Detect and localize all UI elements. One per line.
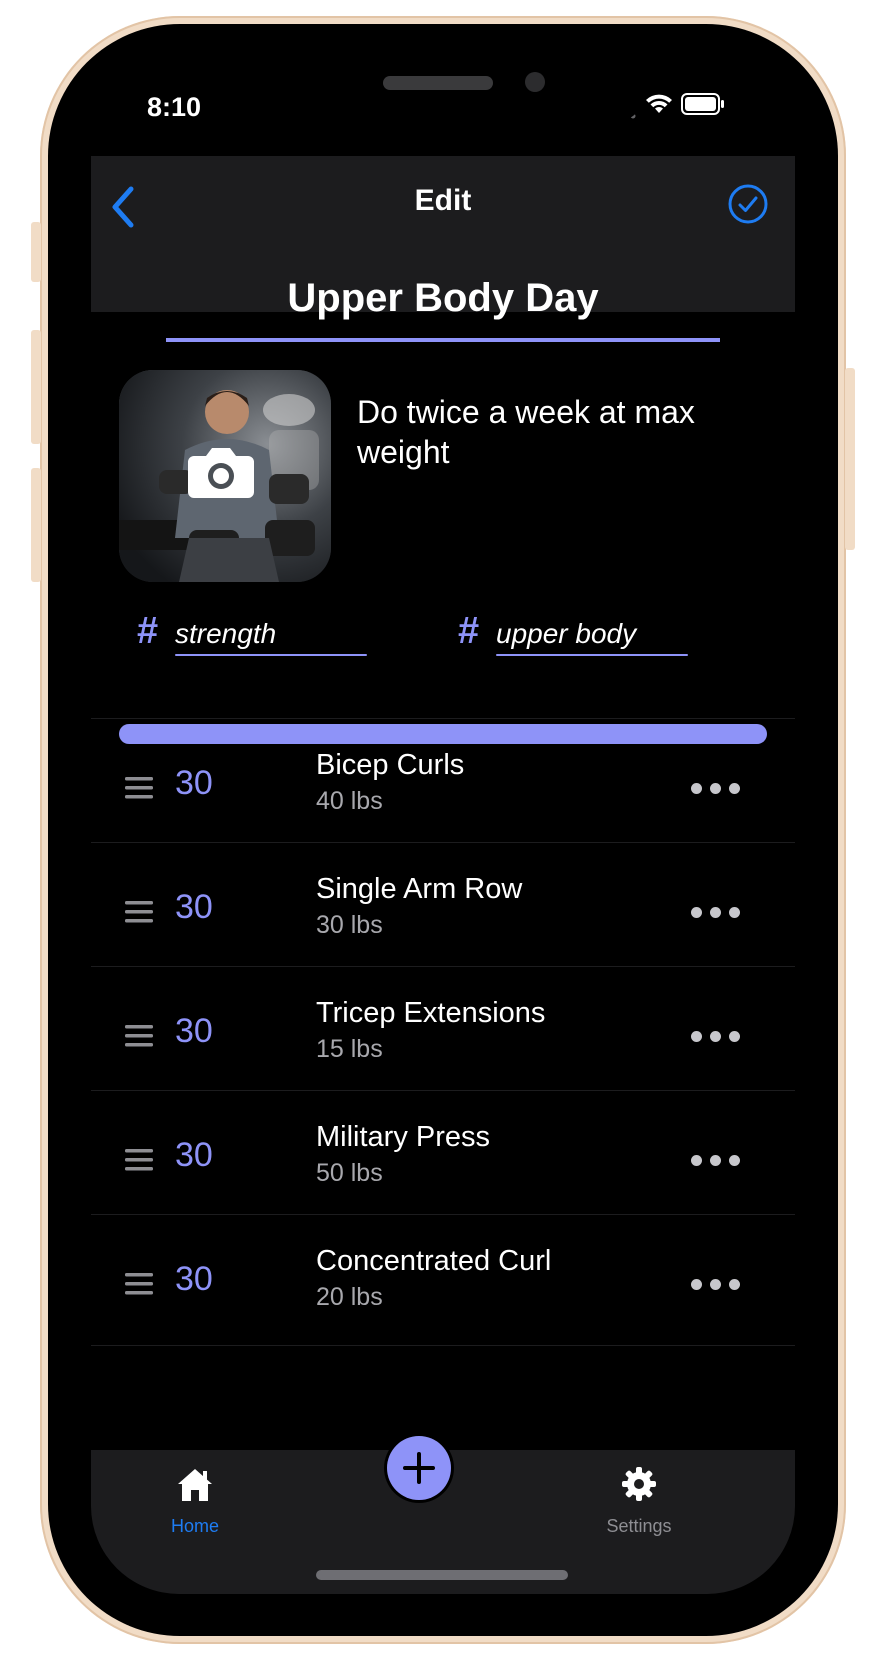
drag-handle-icon[interactable] — [125, 1149, 153, 1171]
nav-title: Edit — [414, 184, 472, 217]
wifi-icon — [645, 92, 673, 114]
hashtag-icon: # — [137, 610, 159, 652]
front-camera — [525, 72, 545, 92]
exercise-row[interactable]: 30 Military Press 50 lbs — [91, 1090, 795, 1221]
exercise-row[interactable]: 30 Concentrated Curl 20 lbs — [91, 1214, 795, 1346]
ellipsis-icon[interactable] — [691, 783, 741, 795]
checkmark-circle-icon[interactable] — [726, 182, 770, 226]
ellipsis-icon[interactable] — [691, 1279, 741, 1291]
drag-handle-icon[interactable] — [125, 1273, 153, 1295]
tab-settings-label: Settings — [606, 1516, 672, 1536]
tab-home[interactable]: Home — [151, 1464, 239, 1544]
title-underline — [166, 338, 720, 342]
reps-count[interactable]: 30 — [175, 1260, 213, 1299]
ellipsis-icon[interactable] — [691, 1155, 741, 1167]
battery-icon — [681, 93, 725, 115]
status-time: 8:10 — [147, 92, 202, 122]
drag-handle-icon[interactable] — [125, 777, 153, 799]
workout-photo[interactable] — [119, 370, 331, 582]
exercise-name: Concentrated Curl — [316, 1245, 552, 1277]
exercise-weight: 15 lbs — [316, 1035, 383, 1063]
tag-label: strength — [175, 618, 277, 649]
house-icon — [176, 1466, 214, 1504]
exercise-weight: 30 lbs — [316, 911, 383, 939]
plus-icon — [403, 1452, 435, 1484]
exercise-name: Tricep Extensions — [316, 997, 546, 1029]
exercise-row[interactable]: 30 Tricep Extensions 15 lbs — [91, 966, 795, 1097]
volume-down-button — [31, 468, 41, 582]
exercise-weight: 20 lbs — [316, 1283, 383, 1311]
exercise-weight: 40 lbs — [316, 787, 383, 815]
reps-count[interactable]: 30 — [175, 888, 213, 927]
workout-description-field[interactable]: Do twice a week at max weight — [357, 392, 767, 472]
exercise-name: Bicep Curls — [316, 749, 465, 781]
tag-upper-body[interactable]: # upper body — [458, 610, 694, 658]
exercise-row[interactable]: 30 Single Arm Row 30 lbs — [91, 842, 795, 973]
exercise-name: Single Arm Row — [316, 873, 523, 905]
exercise-weight: 50 lbs — [316, 1159, 383, 1187]
mute-switch — [31, 222, 41, 282]
tag-underline — [175, 654, 367, 656]
notch — [243, 66, 645, 122]
reps-count[interactable]: 30 — [175, 1012, 213, 1051]
home-indicator — [316, 1570, 568, 1580]
reps-count[interactable]: 30 — [175, 764, 213, 803]
volume-up-button — [31, 330, 41, 444]
tag-label: upper body — [496, 618, 637, 649]
hashtag-icon: # — [458, 610, 480, 652]
tag-strength[interactable]: # strength — [137, 610, 373, 658]
reps-count[interactable]: 30 — [175, 1136, 213, 1175]
camera-icon — [186, 444, 256, 500]
tab-settings[interactable]: Settings — [591, 1464, 687, 1544]
add-exercise-button[interactable] — [387, 1436, 451, 1500]
ellipsis-icon[interactable] — [691, 907, 741, 919]
tag-underline — [496, 654, 688, 656]
tab-home-label: Home — [170, 1516, 219, 1536]
drag-handle-icon[interactable] — [125, 1025, 153, 1047]
ellipsis-icon[interactable] — [691, 1031, 741, 1043]
drag-handle-icon[interactable] — [125, 901, 153, 923]
screen: 8:10 Edit Upper Body Day Do twice a week… — [91, 66, 795, 1594]
speaker-grille — [383, 76, 493, 90]
power-button — [845, 368, 855, 550]
exercise-row[interactable]: 30 Bicep Curls 40 lbs — [91, 718, 795, 849]
exercise-name: Military Press — [316, 1121, 491, 1153]
gear-icon — [621, 1466, 657, 1502]
workout-title-field[interactable]: Upper Body Day — [166, 276, 720, 321]
